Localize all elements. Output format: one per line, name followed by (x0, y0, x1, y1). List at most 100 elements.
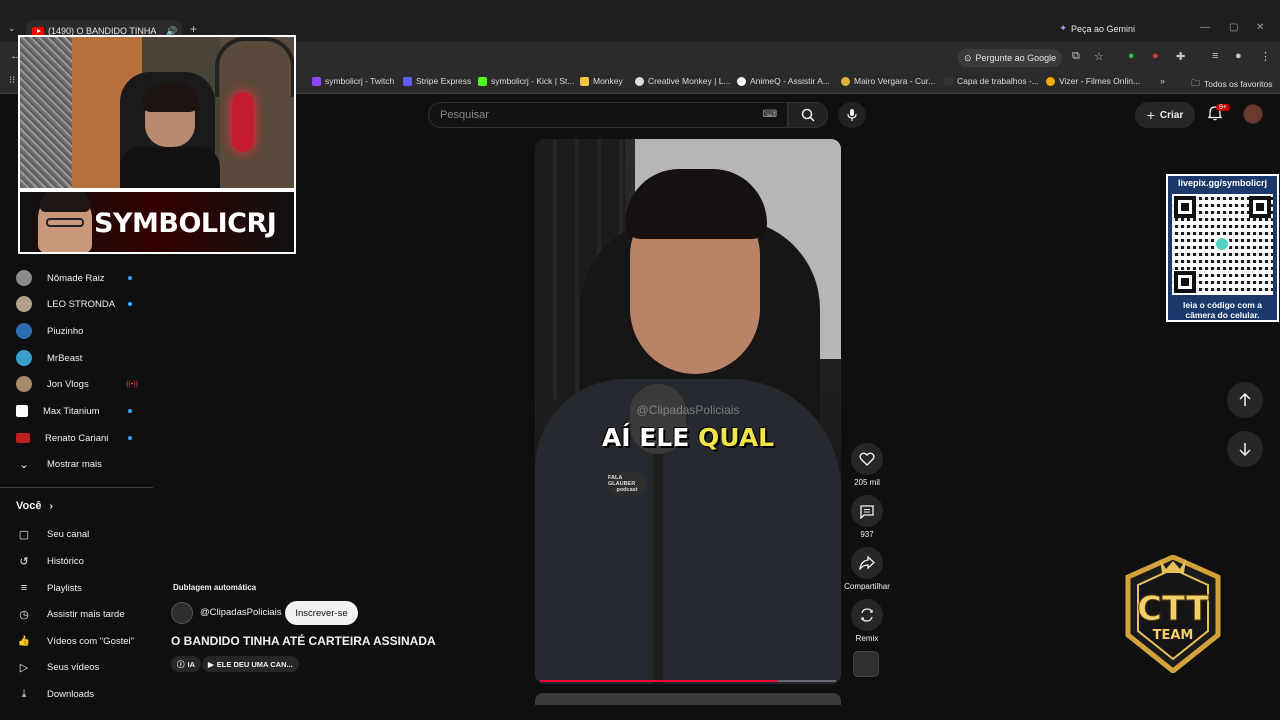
bookmark-item[interactable]: Capa de trabalhos -... (944, 76, 1039, 86)
previous-short-button[interactable] (1227, 382, 1263, 418)
all-bookmarks-folder[interactable]: 🗀 Todos os favoritos (1191, 76, 1273, 92)
bookmark-item[interactable]: Mairo Vergara - Cur... (841, 76, 935, 86)
thumbs-up-icon: 👍 (17, 635, 31, 647)
sound-thumbnail[interactable] (853, 651, 879, 677)
more-bookmarks-icon[interactable]: » (1160, 76, 1165, 86)
bookmark-item[interactable]: Creative Monkey | L... (635, 76, 731, 86)
remix-button[interactable] (851, 599, 883, 631)
like-action[interactable]: 205 mil (850, 443, 884, 487)
channel-avatar (16, 376, 32, 392)
sidebar-item-mrbeast[interactable]: MrBeast (16, 348, 144, 368)
sidebar-item-leo-stronda[interactable]: LEO STRONDA (16, 294, 144, 314)
share-action[interactable]: Compartilhar (844, 547, 890, 591)
sidebar-item-label: Nômade Raiz (47, 272, 105, 284)
sidebar-item-nomade-raiz[interactable]: Nômade Raiz (16, 268, 144, 288)
video-progress-bar[interactable] (540, 680, 836, 682)
channel-avatar[interactable] (171, 602, 193, 624)
bookmark-label: symbolicrj - Twitch (325, 76, 395, 86)
streamer-name: SYMBOLICRJ (94, 208, 277, 239)
sidebar-item-assistir-mais-tarde[interactable]: ◷ Assistir mais tarde (16, 604, 144, 624)
sidebar-item-downloads[interactable]: ⤓ Downloads (16, 684, 144, 704)
browser-menu-icon[interactable]: ⋮ (1260, 50, 1271, 63)
tab-list-chevron-icon[interactable]: ⌄ (8, 23, 16, 34)
share-button[interactable] (851, 547, 883, 579)
you-section-header[interactable]: Você › (16, 500, 53, 512)
music-chip-label: ELE DEU UMA CAN... (216, 659, 293, 669)
video-mic-stand (653, 454, 663, 684)
comments-button[interactable] (851, 495, 883, 527)
search-input[interactable]: Pesquisar ⌨ (428, 102, 788, 128)
bookmark-label: Stripe Express (416, 76, 472, 86)
cam-microphone (232, 92, 254, 152)
show-more-button[interactable]: ⌄ Mostrar mais (16, 454, 144, 474)
close-window-icon[interactable]: ✕ (1256, 22, 1264, 33)
apps-grid-icon[interactable]: ⁝⁝ (9, 75, 15, 86)
sidebar-item-max-titanium[interactable]: Max Titanium (16, 401, 144, 421)
video-progress-fill (540, 680, 777, 682)
channel-icon: ▢ (18, 528, 30, 541)
sidebar-item-videos-gostei[interactable]: 👍 Vídeos com "Gostei" (16, 631, 144, 651)
share-label: Compartilhar (844, 582, 890, 591)
subscribe-button[interactable]: Inscrever-se (285, 601, 358, 625)
podcast-name: FALA GLAUBER (608, 475, 636, 487)
bookmark-item[interactable]: symbolicrj - Kick | St... (478, 76, 574, 86)
shorts-video-player[interactable]: @ClipadasPoliciais AÍ ELE QUAL FALA GLAU… (535, 139, 841, 684)
ai-info-chip[interactable]: ⓘ IA (171, 656, 201, 672)
comments-action[interactable]: 937 (850, 495, 884, 539)
minimize-icon[interactable]: — (1200, 22, 1210, 33)
bookmark-star-icon[interactable]: ☆ (1094, 50, 1104, 63)
extensions-puzzle-icon[interactable]: ✚ (1176, 50, 1185, 63)
sidebar-item-label: Jon Vlogs (47, 378, 89, 390)
streamer-nameplate: SYMBOLICRJ (18, 190, 296, 254)
qr-url: livepix.gg/symbolicrj (1177, 178, 1268, 188)
sidebar-item-jon-vlogs[interactable]: Jon Vlogs ((•)) (16, 374, 144, 394)
ask-google-button[interactable]: ⊙ Pergunte ao Google (958, 49, 1063, 67)
qr-finder (1174, 271, 1196, 293)
extension-red-icon[interactable]: ● (1152, 50, 1159, 62)
bookmark-item[interactable]: Stripe Express (403, 76, 471, 86)
voice-search-button[interactable] (838, 102, 866, 128)
new-tab-icon[interactable]: + (190, 22, 197, 36)
sidebar-item-historico[interactable]: ↺ Histórico (16, 551, 144, 571)
bookmark-item[interactable]: symbolicrj - Twitch (312, 76, 394, 86)
gemini-button[interactable]: ✦ Peça ao Gemini (1059, 23, 1135, 34)
new-content-dot (128, 302, 132, 306)
ask-google-label: Pergunte ao Google (975, 53, 1057, 63)
search-button[interactable] (788, 102, 828, 128)
next-short-button[interactable] (1227, 431, 1263, 467)
channel-avatar (16, 323, 32, 339)
music-chip[interactable]: ▶ ELE DEU UMA CAN... (202, 656, 299, 672)
create-label: Criar (1159, 109, 1184, 121)
profile-icon[interactable]: ● (1235, 50, 1242, 62)
channel-avatar (16, 296, 32, 312)
bookmark-item[interactable]: Monkey (580, 76, 623, 86)
channel-avatar (16, 350, 32, 366)
notifications-badge: 9+ (1216, 104, 1230, 111)
keyboard-icon[interactable]: ⌨ (763, 109, 777, 120)
install-icon[interactable]: ⧉ (1072, 50, 1080, 63)
remix-action[interactable]: Remix (850, 599, 884, 643)
likes-count: 205 mil (854, 478, 880, 487)
sidebar-item-seus-videos[interactable]: ▷ Seus vídeos (16, 657, 144, 677)
streamer-webcam-overlay (18, 35, 296, 190)
sidebar-item-playlists[interactable]: ≡ Playlists (16, 578, 144, 598)
sidebar-item-piuzinho[interactable]: Piuzinho (16, 321, 144, 341)
channel-name[interactable]: @ClipadasPoliciais (200, 607, 281, 618)
create-button[interactable]: + Criar (1135, 102, 1195, 128)
media-control-icon[interactable]: ≡ (1212, 50, 1218, 62)
sidebar-item-renato-cariani[interactable]: Renato Cariani (16, 428, 144, 448)
qr-center-logo (1214, 236, 1230, 252)
extension-green-icon[interactable]: ● (1128, 50, 1135, 62)
account-avatar[interactable] (1243, 104, 1263, 124)
podcast-subtitle: podcast (616, 487, 638, 493)
clock-icon: ◷ (19, 608, 29, 621)
sidebar-item-seu-canal[interactable]: ▢ Seu canal (16, 524, 144, 544)
maximize-icon[interactable]: ▢ (1229, 22, 1238, 33)
bookmark-item[interactable]: Vizer - Filmes Onlin... (1046, 76, 1140, 86)
video-title[interactable]: O BANDIDO TINHA ATÉ CARTEIRA ASSINADA (171, 634, 436, 648)
folder-icon: 🗀 (1191, 78, 1201, 88)
like-button[interactable] (851, 443, 883, 475)
bookmark-item[interactable]: AnimeQ - Assistir A... (737, 76, 830, 86)
auto-dub-label: Dublagem automática (173, 583, 257, 592)
next-short-preview[interactable] (535, 693, 841, 705)
